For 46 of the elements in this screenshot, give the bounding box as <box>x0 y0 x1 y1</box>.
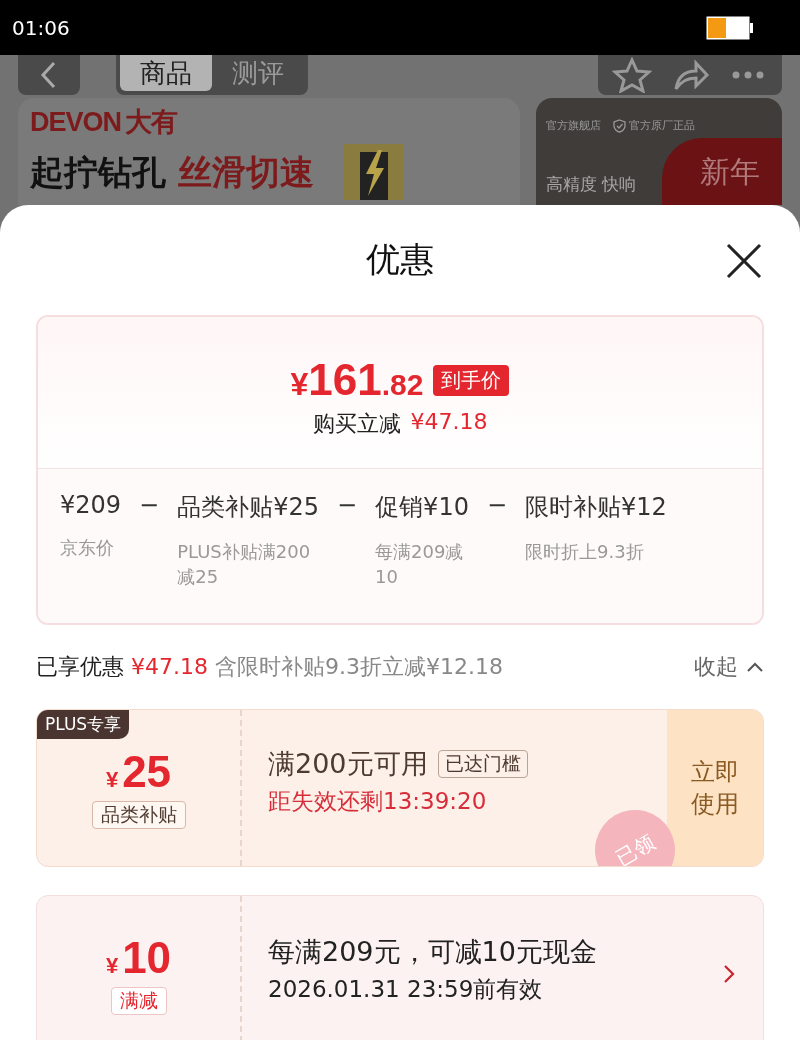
coupon-validity: 距失效还剩13:39:20 <box>268 787 488 816</box>
breakdown-amount: 限时补贴¥12 <box>525 492 667 523</box>
sheet-title: 优惠 <box>366 238 434 281</box>
banner-headline: 起拧钻孔 丝滑切速 <box>30 151 314 194</box>
coupon-amount: ¥25 <box>105 747 172 797</box>
store-slogan: 高精度 快响 <box>546 173 637 196</box>
coupon-type-tag: 满减 <box>110 987 167 1015</box>
store-certification-label: 官方原厂正品 <box>629 118 695 133</box>
collapse-button[interactable]: 收起 <box>694 652 764 682</box>
star-icon[interactable] <box>612 57 652 93</box>
final-price: ¥161.82 <box>290 355 424 405</box>
close-icon[interactable] <box>726 243 762 279</box>
chevron-right-icon[interactable] <box>723 964 735 984</box>
minus-sign: − <box>138 491 161 521</box>
nav-tab[interactable]: 测评 <box>212 55 304 91</box>
coupon-condition: 满200元可用 <box>268 747 428 781</box>
back-button[interactable] <box>18 55 80 95</box>
saving-amount: ¥47.18 <box>410 409 488 436</box>
store-label: 官方旗舰店 <box>546 118 601 133</box>
plus-badge: PLUS专享 <box>37 710 130 739</box>
shield-icon <box>613 118 626 133</box>
breakdown-amount: ¥209 <box>60 491 122 519</box>
breakdown-amount: 品类补贴¥25 <box>177 492 319 523</box>
breakdown-note: 限时折上9.3折 <box>525 540 645 564</box>
breakdown-amount: 促销¥10 <box>375 492 469 523</box>
breakdown-note: 每满209减10 <box>375 540 465 589</box>
minus-sign: − <box>485 491 509 521</box>
brand-logo: DEVON大有 <box>30 106 179 139</box>
nav-tab[interactable]: 商品 <box>120 55 212 91</box>
chevron-up-icon <box>746 661 764 673</box>
breakdown-note: PLUS补贴满200减25 <box>177 540 312 589</box>
lightning-icon <box>343 144 404 200</box>
status-time: 01:06 <box>12 15 70 40</box>
battery-icon <box>706 15 754 40</box>
minus-sign: − <box>336 491 359 521</box>
discount-summary: 已享优惠 ¥47.18 含限时补贴9.3折立减¥12.18 <box>35 653 503 681</box>
threshold-tag: 已达门槛 <box>437 750 528 778</box>
coupon-type-tag: 品类补贴 <box>91 801 186 829</box>
coupon-amount: ¥10 <box>105 933 172 983</box>
promo-badge: 新年 <box>662 138 782 205</box>
coupon-condition: 每满209元，可减10元现金 <box>268 935 597 969</box>
use-now-button[interactable]: 立即使用 <box>667 710 763 866</box>
saving-label: 购买立减 <box>312 410 401 438</box>
breakdown-note: 京东价 <box>60 536 115 560</box>
price-tag: 到手价 <box>433 364 510 396</box>
coupon-validity: 2026.01.31 23:59前有效 <box>268 975 544 1004</box>
